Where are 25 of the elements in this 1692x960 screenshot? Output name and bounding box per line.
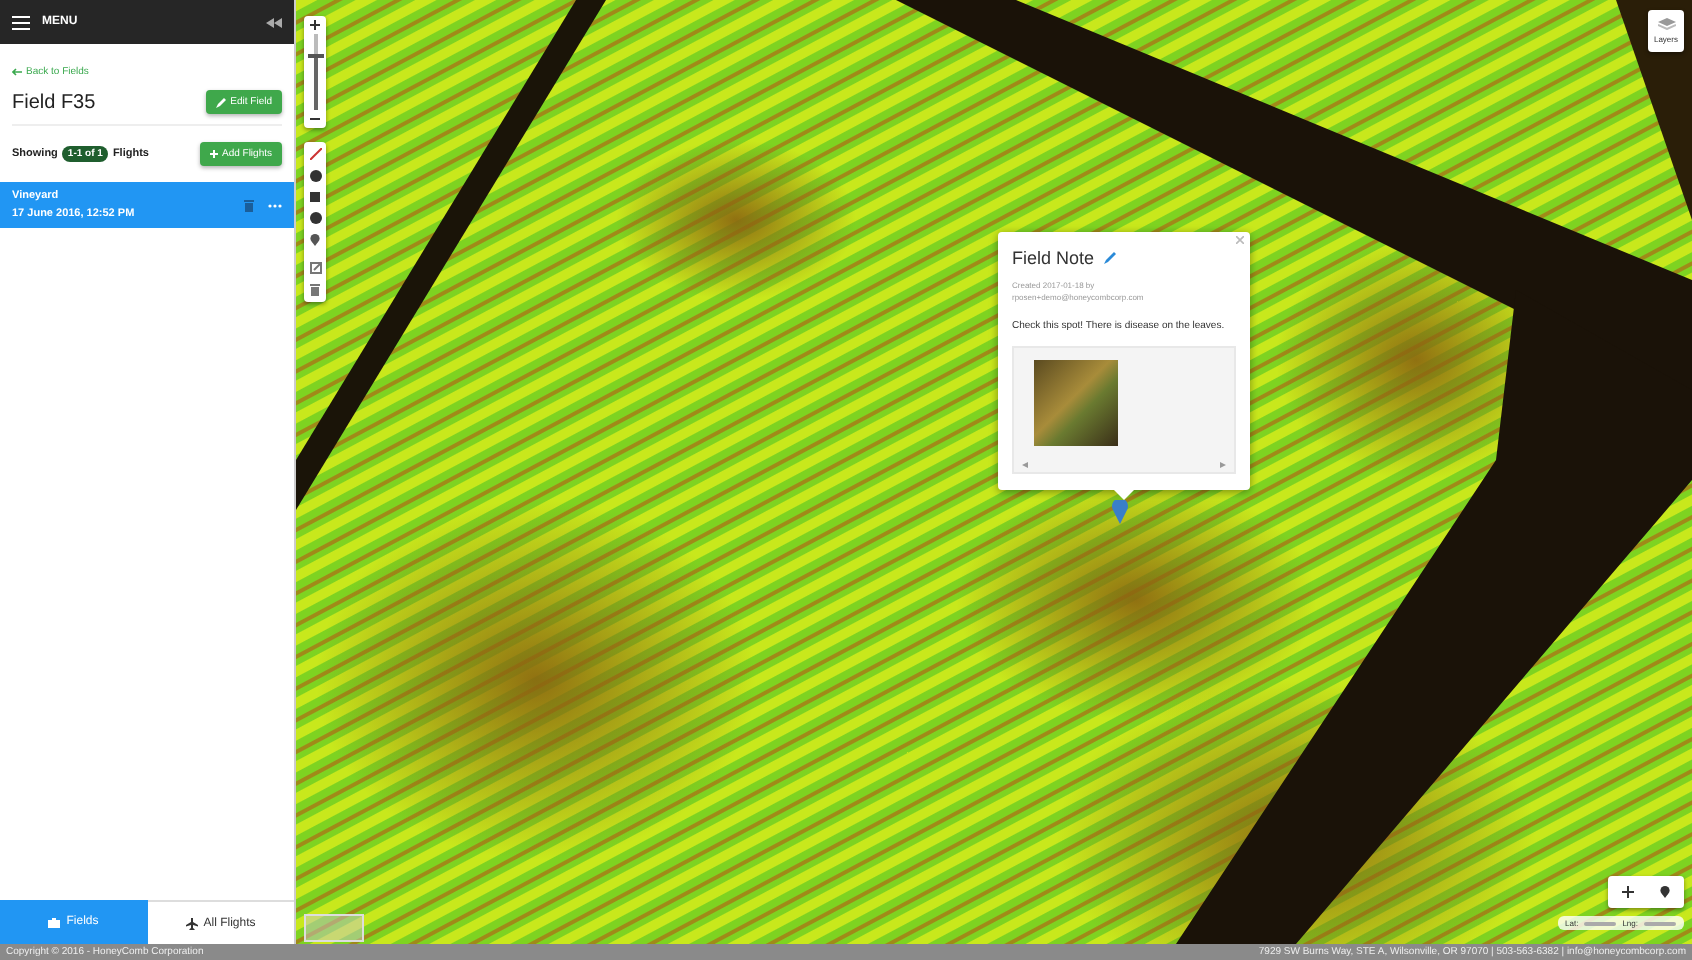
collapse-icon[interactable]	[266, 17, 282, 27]
marker-tool-icon[interactable]	[310, 234, 320, 246]
location-pin-icon[interactable]	[1660, 886, 1671, 898]
trash-icon[interactable]	[310, 284, 320, 296]
scroll-right-icon[interactable]	[1220, 462, 1226, 468]
pencil-icon	[216, 97, 227, 107]
zoom-in-icon[interactable]	[310, 20, 320, 30]
layers-icon	[1657, 18, 1675, 30]
scroll-left-icon[interactable]	[1022, 462, 1028, 468]
field-title: Field F35	[12, 91, 96, 113]
back-arrow-icon	[12, 68, 22, 76]
photo-placeholder	[1034, 360, 1118, 447]
circle-tool-icon[interactable]	[309, 212, 321, 224]
scale-bar	[304, 914, 364, 942]
zoom-out-icon[interactable]	[310, 114, 320, 124]
briefcase-icon	[48, 917, 61, 927]
pencil-icon[interactable]	[1104, 252, 1117, 264]
plane-icon	[185, 917, 198, 929]
plus-icon	[209, 150, 218, 158]
note-title: Field Note	[1012, 248, 1095, 268]
edit-icon[interactable]	[309, 262, 321, 274]
menu-icon[interactable]	[12, 15, 30, 29]
circle-tool-icon[interactable]	[309, 170, 321, 182]
crosshair-icon[interactable]	[1621, 886, 1634, 898]
line-tool-icon[interactable]	[309, 148, 321, 160]
